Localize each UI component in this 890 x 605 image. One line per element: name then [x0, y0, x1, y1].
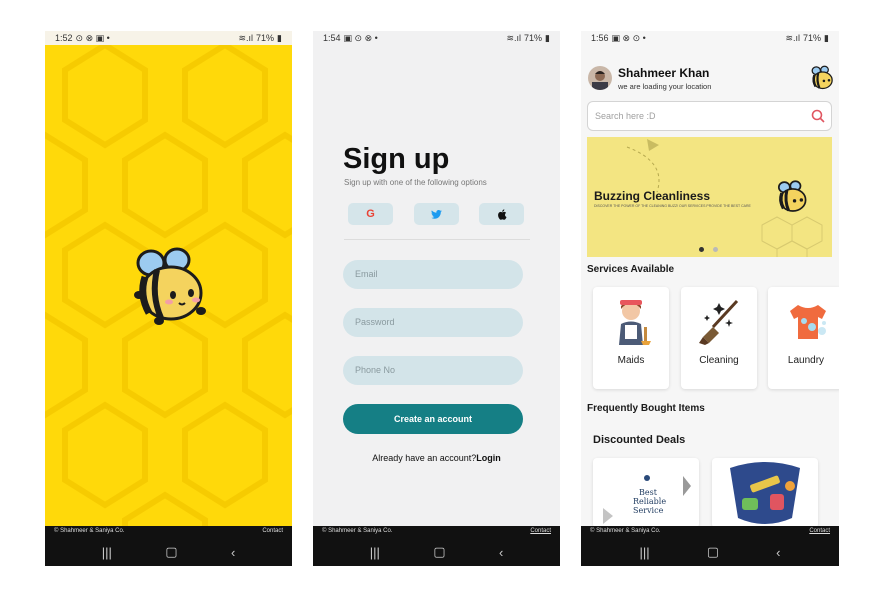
user-location: we are loading your location — [618, 82, 712, 91]
bee-logo-icon — [811, 65, 833, 90]
status-time: 1:52 — [55, 33, 73, 43]
login-link[interactable]: Login — [476, 453, 501, 463]
home-icon[interactable]: ▢ — [433, 544, 445, 560]
broom-icon — [699, 299, 739, 345]
google-icon: G — [366, 208, 375, 220]
recent-apps-icon[interactable]: ||| — [102, 545, 112, 560]
deal-card[interactable] — [712, 458, 818, 528]
contact-link[interactable]: Contact — [809, 528, 830, 538]
user-avatar-icon — [588, 66, 612, 90]
search-icon[interactable] — [811, 109, 825, 123]
bee-logo-icon — [134, 247, 206, 325]
bee-mascot-icon — [777, 180, 807, 212]
status-bar: 1:52 ⊙ ⊗ ▣ • ≋.ıl 71% ▮ — [45, 31, 292, 45]
page-title: Sign up — [343, 143, 450, 175]
services-heading: Services Available — [587, 264, 675, 275]
battery-icon: ▮ — [824, 32, 829, 43]
service-label: Maids — [617, 355, 645, 366]
service-card-maids[interactable]: Maids — [593, 287, 669, 389]
android-navbar: ||| ▢ ‹ — [581, 538, 839, 566]
battery-level: 71% — [524, 33, 543, 43]
contact-link[interactable]: Contact — [262, 528, 283, 538]
divider — [344, 239, 530, 240]
avatar[interactable] — [588, 66, 612, 90]
service-label: Laundry — [787, 355, 825, 366]
battery-level: 71% — [256, 33, 275, 43]
copyright-text: © Shahmeer & Saniya Co. — [54, 528, 125, 534]
phone-field[interactable]: Phone No — [343, 356, 523, 385]
notification-icons: ▣ ⊗ ⊙ • — [611, 32, 646, 43]
apple-icon — [497, 208, 506, 220]
google-signup-button[interactable]: G — [348, 203, 393, 225]
service-card-cleaning[interactable]: Cleaning — [681, 287, 757, 389]
apple-signup-button[interactable] — [479, 203, 524, 225]
deal-card[interactable]: Best Reliable Service — [593, 458, 699, 528]
status-bar: 1:56 ▣ ⊗ ⊙ • ≋.ıl 71% ▮ — [581, 31, 839, 45]
promo-banner[interactable]: Buzzing Cleanliness DISCOVER THE POWER O… — [587, 137, 832, 257]
carousel-dot-active[interactable] — [699, 247, 704, 252]
password-field[interactable]: Password — [343, 308, 523, 337]
deals-heading: Discounted Deals — [593, 434, 686, 446]
frequent-items-heading: Frequently Bought Items — [587, 403, 705, 414]
user-name: Shahmeer Khan — [618, 66, 710, 80]
tshirt-icon — [790, 305, 826, 339]
signal-icon: ≋.ıl — [506, 32, 522, 43]
home-screen: 1:56 ▣ ⊗ ⊙ • ≋.ıl 71% ▮ Shahmeer Khan we ar… — [581, 31, 839, 566]
banner-subtitle: DISCOVER THE POWER OF THE CLEANING BUZZ!… — [594, 204, 751, 208]
signup-screen: 1:54 ▣ ⊙ ⊗ • ≋.ıl 71% ▮ Sign up Sign up wit… — [313, 31, 560, 566]
battery-icon: ▮ — [545, 32, 550, 43]
notification-icons: ⊙ ⊗ ▣ • — [75, 32, 110, 43]
login-prompt: Already have an account?Login — [313, 453, 560, 463]
contact-link[interactable]: Contact — [530, 528, 551, 538]
copyright-text: © Shahmeer & Saniya Co. — [322, 528, 393, 534]
status-time: 1:56 — [591, 33, 609, 43]
already-have-account-text: Already have an account? — [372, 453, 477, 463]
maid-icon — [619, 300, 651, 345]
footer: © Shahmeer & Saniya Co. Contact ||| ▢ ‹ — [313, 526, 560, 566]
status-time: 1:54 — [323, 33, 341, 43]
cleaning-supplies-image — [730, 462, 800, 524]
search-input[interactable]: Search here :D — [587, 101, 832, 131]
service-card-laundry[interactable]: Laundry — [768, 287, 839, 389]
android-navbar: ||| ▢ ‹ — [45, 538, 292, 566]
service-label: Cleaning — [699, 355, 739, 366]
email-field[interactable]: Email — [343, 260, 523, 289]
copyright-text: © Shahmeer & Saniya Co. — [590, 528, 661, 534]
notification-icons: ▣ ⊙ ⊗ • — [343, 32, 378, 43]
signal-icon: ≋.ıl — [785, 32, 801, 43]
twitter-icon — [431, 209, 442, 219]
twitter-signup-button[interactable] — [414, 203, 459, 225]
android-navbar: ||| ▢ ‹ — [313, 538, 560, 566]
home-icon[interactable]: ▢ — [707, 544, 719, 560]
signal-icon: ≋.ıl — [238, 32, 254, 43]
battery-icon: ▮ — [277, 32, 282, 43]
banner-title: Buzzing Cleanliness — [594, 189, 711, 203]
status-bar: 1:54 ▣ ⊙ ⊗ • ≋.ıl 71% ▮ — [313, 31, 560, 45]
battery-level: 71% — [803, 33, 822, 43]
recent-apps-icon[interactable]: ||| — [640, 545, 650, 560]
search-placeholder: Search here :D — [595, 111, 656, 121]
recent-apps-icon[interactable]: ||| — [370, 545, 380, 560]
back-icon[interactable]: ‹ — [776, 545, 780, 560]
carousel-dot[interactable] — [713, 247, 718, 252]
create-account-button[interactable]: Create an account — [343, 404, 523, 434]
back-icon[interactable]: ‹ — [499, 545, 503, 560]
deal-text: Best Reliable Service — [633, 488, 667, 515]
page-subtitle: Sign up with one of the following option… — [344, 178, 487, 187]
home-icon[interactable]: ▢ — [165, 544, 177, 560]
back-icon[interactable]: ‹ — [231, 545, 235, 560]
footer: © Shahmeer & Saniya Co. Contact ||| ▢ ‹ — [581, 526, 839, 566]
splash-screen: 1:52 ⊙ ⊗ ▣ • ≋.ıl 71% ▮ © Shahmeer & Saniya… — [45, 31, 292, 566]
footer: © Shahmeer & Saniya Co. Contact ||| ▢ ‹ — [45, 526, 292, 566]
